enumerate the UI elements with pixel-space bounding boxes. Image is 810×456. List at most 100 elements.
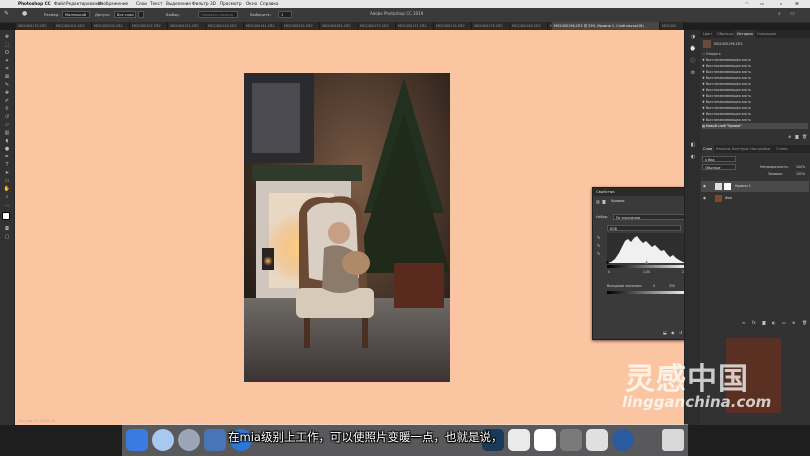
input-gamma-value[interactable]: 1,00 (643, 270, 650, 274)
output-black-value[interactable]: 0 (653, 284, 655, 288)
crop-tool-icon[interactable]: ⌗ (3, 66, 11, 73)
document-photo[interactable] (244, 73, 450, 382)
camera-icon[interactable]: ◙ (795, 134, 799, 139)
new-layer-icon[interactable]: ⊕ (792, 320, 795, 325)
tab-document[interactable]: MG2450184.CR2 (510, 22, 548, 30)
reset-icon[interactable]: ↺ (679, 330, 682, 335)
tab-layers[interactable]: Слои (701, 145, 715, 153)
mask-thumbnail[interactable] (724, 183, 731, 190)
eraser-tool-icon[interactable]: ▱ (3, 122, 11, 129)
menu-filter[interactable]: Фильтр (192, 1, 209, 6)
gamma-input-slider[interactable]: ▲ (645, 259, 648, 264)
adjustments-panel-icon[interactable]: ⚙ (689, 70, 697, 77)
quick-select-tool-icon[interactable]: ✦ (3, 58, 11, 65)
tab-document[interactable]: MG2450101.CR2 (54, 22, 92, 30)
visibility-icon[interactable]: ◉ (671, 330, 675, 335)
menu-file[interactable]: Файл (54, 1, 66, 6)
tab-actions[interactable]: Операции (755, 30, 778, 38)
tab-styles[interactable]: Стили (774, 145, 790, 153)
move-tool-icon[interactable]: ✥ (3, 34, 11, 41)
lasso-tool-icon[interactable]: ʘ (3, 50, 11, 57)
tab-document[interactable]: MG2450174.CR2 (434, 22, 472, 30)
info-panel-icon[interactable]: ⓘ (689, 58, 697, 65)
sample-select[interactable]: Показать кольцо (198, 11, 238, 18)
black-point-eyedropper-icon[interactable]: ✎ (597, 235, 600, 240)
tolerance-select[interactable]: Все слои (114, 11, 136, 18)
hand-tool-icon[interactable]: ✋ (3, 186, 11, 193)
add-mask-icon[interactable]: ◙ (762, 320, 766, 325)
layers-panel-icon[interactable]: ◧ (689, 142, 697, 149)
quicktime-icon[interactable] (612, 429, 634, 451)
wifi-icon[interactable]: ◠ (745, 1, 749, 6)
path-select-tool-icon[interactable]: ➤ (3, 170, 11, 177)
tab-document[interactable]: MG2450170.CR2 (16, 22, 54, 30)
blend-mode-select[interactable]: Обычные (702, 164, 736, 170)
eyedropper-tool-icon[interactable]: ✎ (4, 10, 9, 17)
search-icon[interactable]: ⌕ (778, 11, 781, 17)
workspace-icon[interactable]: ▭ (790, 11, 795, 17)
trash-bin-icon[interactable] (662, 429, 684, 451)
layer-row-background[interactable]: ◉ Фон (701, 193, 809, 204)
tab-document[interactable]: MG2450161.CR2 (320, 22, 358, 30)
dodge-tool-icon[interactable]: ● (3, 146, 11, 153)
zoom-select[interactable]: 1 (278, 11, 292, 18)
finder-icon[interactable] (126, 429, 148, 451)
eye-icon[interactable]: ◉ (703, 196, 706, 200)
tab-document[interactable]: MG2450171.CR2 (396, 22, 434, 30)
menu-3d[interactable]: 3D (210, 1, 216, 6)
menu-window[interactable]: Окно (246, 1, 257, 6)
eye-icon[interactable]: ◉ (703, 184, 706, 188)
healing-brush-tool-icon[interactable]: ✚ (3, 90, 11, 97)
layer-row-levels[interactable]: ◉ Уровни 1 (701, 181, 809, 192)
brush-preset-icon[interactable]: ● (22, 10, 27, 17)
foreground-color-swatch[interactable] (2, 212, 10, 220)
tab-document[interactable]: MG2450141.CR2 (244, 22, 282, 30)
group-icon[interactable]: ▭ (782, 320, 786, 325)
layer-filter-select[interactable]: ρ Вид (702, 156, 736, 162)
menu-select[interactable]: Выделение (166, 1, 191, 6)
menu-type[interactable]: Текст (150, 1, 162, 6)
snapshot-thumbnail[interactable] (703, 40, 711, 48)
menu-app[interactable]: Photoshop CC (18, 1, 51, 6)
tab-document[interactable]: MG2450 (660, 22, 684, 30)
white-point-eyedropper-icon[interactable]: ✎ (597, 251, 600, 256)
black-input-slider[interactable]: ▲ (606, 259, 609, 264)
tab-history[interactable]: История (735, 30, 755, 38)
channels-panel-icon[interactable]: ◐ (689, 154, 697, 161)
more-tools-icon[interactable]: … (3, 202, 11, 209)
tab-document[interactable]: MG2450105.CR2 (92, 22, 130, 30)
menu-help[interactable]: Справка (260, 1, 278, 6)
menu-image[interactable]: Изображение (98, 1, 128, 6)
system-preferences-icon[interactable] (560, 429, 582, 451)
tab-document[interactable]: MG2450170.CR2 (358, 22, 396, 30)
tab-document[interactable]: MG2450155.CR2 (282, 22, 320, 30)
fill-value[interactable]: 100% (796, 172, 805, 176)
clip-to-layer-icon[interactable]: ⬓ (663, 330, 667, 335)
launchpad-icon[interactable] (178, 429, 200, 451)
levels-histogram[interactable] (607, 233, 691, 263)
clone-stamp-tool-icon[interactable]: ⚲ (3, 106, 11, 113)
tab-swatches[interactable]: Образцы (715, 30, 736, 38)
opacity-value[interactable]: 100% (796, 165, 805, 169)
history-panel-icon[interactable]: ⌚ (689, 46, 697, 53)
tab-document[interactable]: MG2450124.CR2 (206, 22, 244, 30)
tab-adjustments[interactable]: Настройки (748, 145, 772, 153)
tab-color[interactable]: Цвет (701, 30, 714, 38)
new-snapshot-icon[interactable]: ⊕ (788, 134, 791, 139)
menu-view[interactable]: Просмотр (220, 1, 242, 6)
history-item-selected[interactable]: ▥ Новый слой "Уровни" (702, 123, 808, 129)
frame-tool-icon[interactable]: ⊠ (3, 74, 11, 81)
trash-icon[interactable]: 🗑 (802, 134, 807, 139)
mask-icon[interactable]: ◙ (602, 199, 606, 204)
marquee-tool-icon[interactable]: ⬚ (3, 42, 11, 49)
zoom-tool-icon[interactable]: ⌕ (3, 194, 11, 201)
pen-tool-icon[interactable]: ✒ (3, 154, 11, 161)
search-icon[interactable]: ⌕ (780, 1, 782, 6)
preset-select[interactable]: По умолчанию (613, 214, 693, 220)
option-checkbox[interactable] (138, 11, 144, 18)
siri-icon[interactable] (152, 429, 174, 451)
gray-point-eyedropper-icon[interactable]: ✎ (597, 243, 600, 248)
trash-icon[interactable]: 🗑 (802, 320, 807, 325)
history-brush-tool-icon[interactable]: ↺ (3, 114, 11, 121)
size-select[interactable]: Маленький (62, 11, 90, 18)
